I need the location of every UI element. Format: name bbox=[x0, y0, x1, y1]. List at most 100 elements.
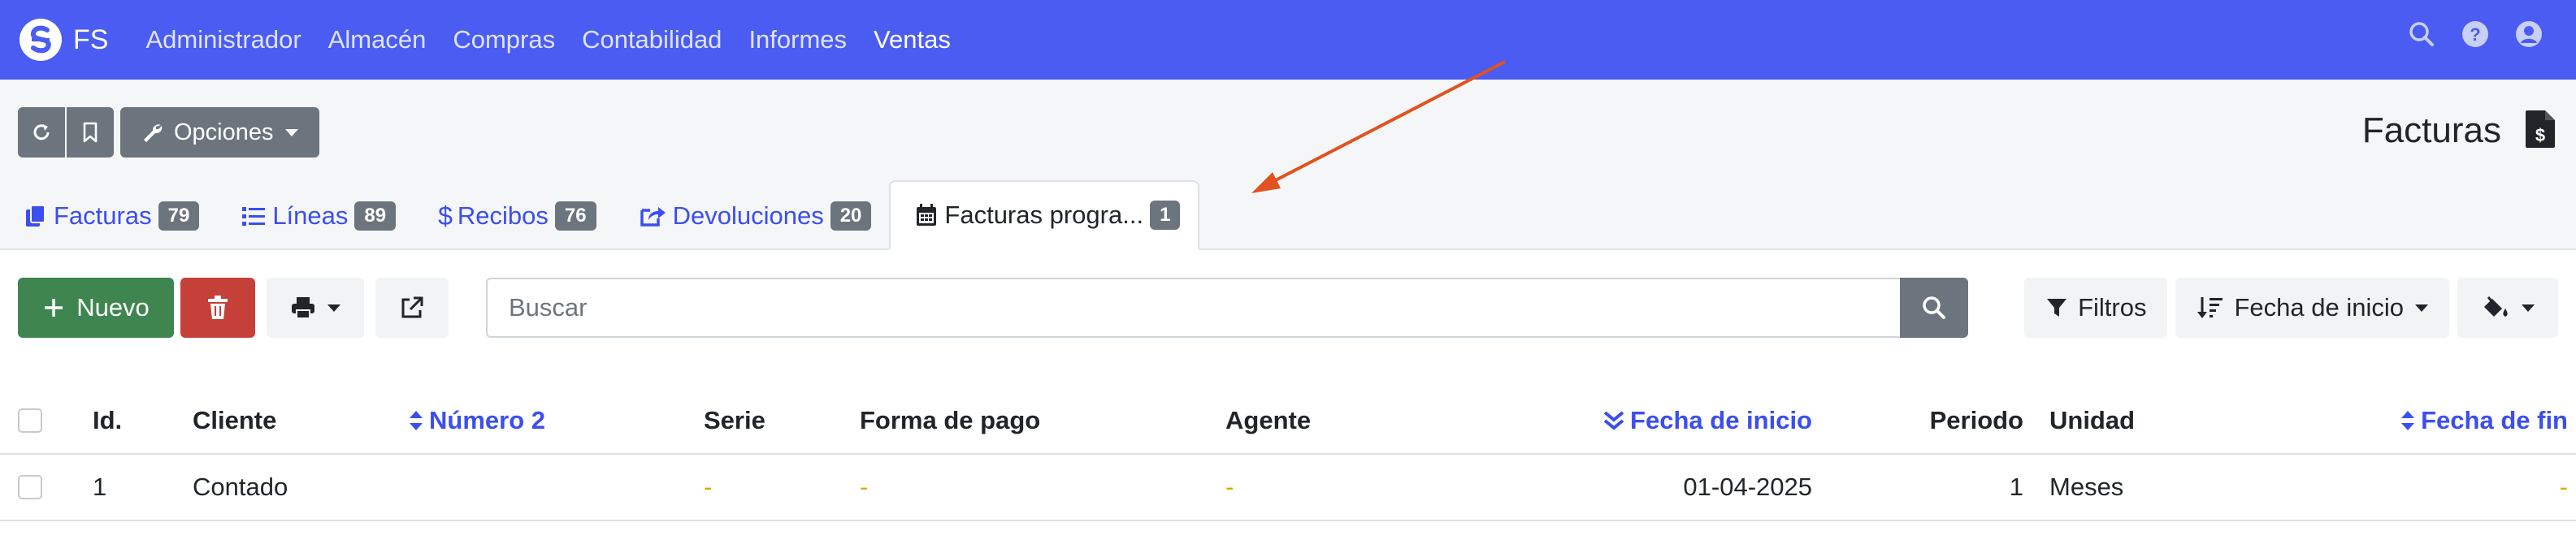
tab-devoluciones[interactable]: Devoluciones 20 bbox=[614, 182, 890, 250]
action-toolbar: Nuevo bbox=[18, 278, 449, 338]
toolbar-group: Opciones bbox=[18, 107, 319, 158]
search-icon bbox=[1923, 296, 1945, 319]
cell-fecha-fin: - bbox=[2559, 473, 2568, 501]
column-header-agente[interactable]: Agente bbox=[1225, 406, 1311, 435]
calendar-icon bbox=[917, 204, 937, 226]
invoice-dollar-icon: $ bbox=[2526, 110, 2555, 148]
main-menu: Administrador Almacén Compras Contabilid… bbox=[145, 25, 977, 54]
data-table: Id. Cliente Número 2 Serie Forma de pago… bbox=[0, 388, 2576, 521]
new-button-label: Nuevo bbox=[76, 293, 150, 322]
svg-text:$: $ bbox=[2535, 125, 2545, 145]
bookmark-button[interactable] bbox=[67, 107, 114, 158]
count-badge: 79 bbox=[158, 201, 200, 231]
page-title: Facturas bbox=[2361, 110, 2501, 150]
tab-bar: Facturas 79 Líneas 89 $ Recibos 76 Devol… bbox=[0, 180, 1200, 250]
tab-facturas[interactable]: Facturas 79 bbox=[0, 182, 217, 250]
column-header-label: Fecha de inicio bbox=[1630, 406, 1812, 434]
chevron-down-icon bbox=[2415, 304, 2428, 312]
count-badge: 89 bbox=[354, 201, 397, 231]
select-all-checkbox[interactable] bbox=[18, 408, 42, 433]
menu-item-contabilidad[interactable]: Contabilidad bbox=[582, 25, 722, 54]
list-icon bbox=[242, 207, 266, 226]
brand[interactable]: FS bbox=[20, 19, 108, 61]
tab-lineas[interactable]: Líneas 89 bbox=[217, 182, 414, 250]
search-input[interactable] bbox=[486, 278, 1900, 338]
copy-icon bbox=[26, 205, 46, 227]
column-header-label: Número 2 bbox=[429, 406, 545, 434]
facturascripts-logo-icon bbox=[20, 19, 62, 61]
column-header-fecha-inicio[interactable]: Fecha de inicio bbox=[1602, 406, 1812, 435]
tab-label: Líneas bbox=[272, 201, 349, 230]
printer-icon bbox=[292, 297, 314, 319]
chevron-down-icon bbox=[284, 128, 298, 136]
menu-item-ventas[interactable]: Ventas bbox=[874, 25, 951, 54]
print-button[interactable] bbox=[267, 278, 364, 338]
menu-item-compras[interactable]: Compras bbox=[453, 25, 555, 54]
filter-icon bbox=[2047, 299, 2067, 317]
count-badge: 1 bbox=[1150, 201, 1181, 230]
cell-forma-pago: - bbox=[860, 473, 869, 501]
column-header-unidad[interactable]: Unidad bbox=[2049, 406, 2135, 435]
reload-button[interactable] bbox=[18, 107, 65, 158]
search-icon[interactable] bbox=[2407, 19, 2436, 49]
search-button[interactable] bbox=[1900, 278, 1968, 338]
cell-cliente: Contado bbox=[193, 473, 288, 501]
column-header-numero2[interactable]: Número 2 bbox=[408, 406, 545, 435]
column-header-cliente[interactable]: Cliente bbox=[193, 406, 276, 435]
column-header-fecha-fin[interactable]: Fecha de fin bbox=[2400, 406, 2568, 435]
tab-label: Facturas progra... bbox=[944, 201, 1144, 229]
new-button[interactable]: Nuevo bbox=[18, 278, 174, 338]
bookmark-icon bbox=[83, 122, 98, 143]
trash-icon bbox=[208, 296, 228, 319]
row-checkbox[interactable] bbox=[18, 475, 42, 499]
count-badge: 20 bbox=[830, 201, 872, 231]
cell-agente: - bbox=[1225, 473, 1234, 501]
filters-label: Filtros bbox=[2078, 293, 2147, 322]
table-row[interactable]: 1 Contado - - - 01-04-2025 1 Meses - bbox=[0, 455, 2576, 521]
menu-item-administrador[interactable]: Administrador bbox=[145, 25, 301, 54]
column-header-id[interactable]: Id. bbox=[93, 406, 122, 435]
sort-desc-icon bbox=[1603, 411, 1624, 430]
tab-recibos[interactable]: $ Recibos 76 bbox=[414, 182, 614, 250]
count-badge: 76 bbox=[554, 201, 596, 231]
sort-icon bbox=[410, 411, 423, 430]
column-header-label: Fecha de fin bbox=[2421, 406, 2568, 434]
fill-drip-icon bbox=[2484, 296, 2508, 317]
menu-item-almacen[interactable]: Almacén bbox=[328, 25, 427, 54]
column-header-periodo[interactable]: Periodo bbox=[1930, 406, 2023, 435]
cell-serie: - bbox=[704, 473, 713, 501]
sort-icon bbox=[2401, 411, 2415, 430]
color-options-button[interactable] bbox=[2457, 278, 2558, 338]
order-by-dropdown[interactable]: Fecha de inicio bbox=[2175, 278, 2449, 338]
cell-id: 1 bbox=[93, 473, 107, 501]
menu-item-informes[interactable]: Informes bbox=[748, 25, 847, 54]
share-square-icon bbox=[640, 207, 666, 227]
reload-icon bbox=[33, 124, 50, 140]
tab-facturas-programadas[interactable]: Facturas progra... 1 bbox=[889, 180, 1200, 250]
plus-icon bbox=[45, 299, 63, 317]
column-header-serie[interactable]: Serie bbox=[704, 406, 765, 435]
delete-button[interactable] bbox=[180, 278, 255, 338]
help-icon[interactable]: ? bbox=[2461, 19, 2490, 49]
filters-button[interactable]: Filtros bbox=[2024, 278, 2168, 338]
cell-periodo: 1 bbox=[2009, 473, 2023, 501]
options-label: Opciones bbox=[174, 119, 274, 145]
export-button[interactable] bbox=[375, 278, 449, 338]
tab-label: Recibos bbox=[457, 201, 549, 230]
wrench-icon bbox=[144, 124, 163, 142]
svg-text:?: ? bbox=[2470, 24, 2480, 45]
tab-label: Devoluciones bbox=[672, 201, 824, 230]
table-header: Id. Cliente Número 2 Serie Forma de pago… bbox=[0, 388, 2576, 455]
brand-name: FS bbox=[73, 24, 109, 55]
search-group bbox=[486, 278, 1968, 338]
external-link-icon bbox=[401, 296, 423, 318]
order-by-label: Fecha de inicio bbox=[2234, 293, 2404, 322]
list-tools: Filtros Fecha de inicio bbox=[2024, 278, 2558, 338]
cell-fecha-inicio: 01-04-2025 bbox=[1683, 473, 1812, 501]
options-button[interactable]: Opciones bbox=[120, 107, 319, 158]
cell-unidad: Meses bbox=[2049, 473, 2124, 501]
user-icon[interactable] bbox=[2514, 19, 2543, 49]
chevron-down-icon bbox=[327, 304, 340, 312]
column-header-forma-pago[interactable]: Forma de pago bbox=[860, 406, 1040, 435]
chevron-down-icon bbox=[2522, 304, 2535, 312]
